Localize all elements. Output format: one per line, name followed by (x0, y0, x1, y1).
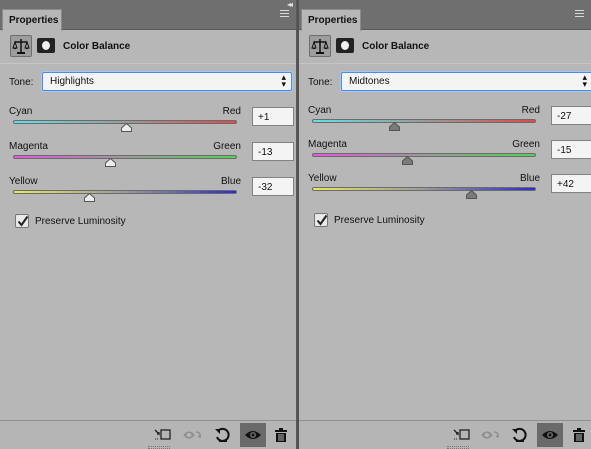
panel-title: Color Balance (362, 41, 430, 52)
slider-value-field[interactable]: -32 (252, 177, 294, 196)
slider-magenta-green: Magenta Green -13 (0, 141, 296, 177)
up-down-arrows-icon: ▴ ▾ (281, 72, 286, 89)
checkmark-icon (316, 214, 328, 226)
slider-track[interactable] (312, 119, 536, 123)
slider-value-field[interactable]: -13 (252, 142, 294, 161)
clip-to-layer-icon[interactable] (153, 426, 173, 444)
preserve-luminosity-label: Preserve Luminosity (334, 215, 425, 226)
checkmark-icon (17, 215, 29, 227)
tone-select-value: Highlights (50, 76, 94, 87)
slider-right-label: Red (521, 105, 540, 116)
layer-mask-icon[interactable] (336, 38, 354, 53)
properties-panel-right: Properties Color Balance Tone: Midtones … (299, 0, 591, 449)
slider-value-field[interactable]: +42 (551, 174, 591, 193)
view-previous-state-icon[interactable] (481, 426, 501, 444)
view-previous-state-icon[interactable] (183, 426, 203, 444)
slider-track[interactable] (13, 190, 237, 194)
slider-left-label: Cyan (9, 106, 33, 117)
panel-menu-icon[interactable] (575, 10, 585, 20)
slider-value-field[interactable]: +1 (252, 107, 294, 126)
properties-panel-left: Properties Color Balance Tone: Highlight… (0, 0, 297, 449)
collapse-panel-icon[interactable]: ◂◂ (287, 1, 297, 10)
slider-left-label: Magenta (308, 139, 347, 150)
preserve-luminosity-checkbox[interactable] (15, 214, 29, 228)
layer-mask-icon[interactable] (37, 38, 55, 53)
panel-title: Color Balance (63, 41, 131, 52)
slider-left-label: Yellow (9, 176, 38, 187)
visibility-eye-icon[interactable] (240, 423, 266, 447)
reset-icon[interactable] (509, 426, 529, 444)
visibility-eye-icon[interactable] (537, 423, 563, 447)
trash-icon[interactable] (569, 426, 589, 444)
reset-icon[interactable] (212, 426, 232, 444)
slider-track[interactable] (312, 153, 536, 157)
panel-footer (0, 420, 296, 449)
slider-track[interactable] (312, 187, 536, 191)
slider-thumb[interactable] (84, 192, 96, 202)
slider-right-label: Green (512, 139, 540, 150)
preserve-luminosity-checkbox[interactable] (314, 213, 328, 227)
tone-label: Tone: (9, 77, 34, 88)
divider (0, 63, 296, 64)
panel-menu-icon[interactable] (280, 10, 290, 20)
tone-label: Tone: (308, 77, 333, 88)
preserve-luminosity-label: Preserve Luminosity (35, 216, 126, 227)
slider-value-field[interactable]: -27 (551, 106, 591, 125)
panel-footer (299, 420, 591, 449)
slider-yellow-blue: Yellow Blue -32 (0, 176, 296, 212)
slider-cyan-red: Cyan Red -27 (299, 105, 591, 141)
slider-thumb[interactable] (466, 189, 478, 199)
slider-thumb[interactable] (402, 155, 414, 165)
slider-right-label: Green (213, 141, 241, 152)
clip-to-layer-icon[interactable] (452, 426, 472, 444)
slider-left-label: Cyan (308, 105, 332, 116)
up-down-arrows-icon: ▴ ▾ (582, 72, 587, 89)
slider-left-label: Yellow (308, 173, 337, 184)
slider-cyan-red: Cyan Red +1 (0, 106, 296, 142)
tab-properties[interactable]: Properties (2, 9, 62, 31)
slider-right-label: Blue (519, 173, 540, 184)
tone-select[interactable]: Highlights ▴ ▾ (42, 72, 292, 91)
tab-properties[interactable]: Properties (301, 9, 361, 31)
tone-select[interactable]: Midtones ▴ ▾ (341, 72, 591, 91)
color-balance-scales-icon (10, 35, 32, 57)
slider-thumb[interactable] (121, 122, 133, 132)
slider-value-field[interactable]: -15 (551, 140, 591, 159)
divider (299, 63, 591, 64)
slider-right-label: Red (222, 106, 241, 117)
panel-tab-bar: Properties (299, 0, 591, 31)
slider-right-label: Blue (220, 176, 241, 187)
slider-thumb[interactable] (388, 121, 400, 131)
panel-tab-bar: Properties (0, 0, 296, 31)
slider-thumb[interactable] (105, 157, 117, 167)
trash-icon[interactable] (271, 426, 291, 444)
tone-select-value: Midtones (349, 76, 390, 87)
slider-track[interactable] (13, 155, 237, 159)
color-balance-scales-icon (309, 35, 331, 57)
slider-magenta-green: Magenta Green -15 (299, 139, 591, 175)
slider-left-label: Magenta (9, 141, 48, 152)
slider-yellow-blue: Yellow Blue +42 (299, 173, 591, 209)
